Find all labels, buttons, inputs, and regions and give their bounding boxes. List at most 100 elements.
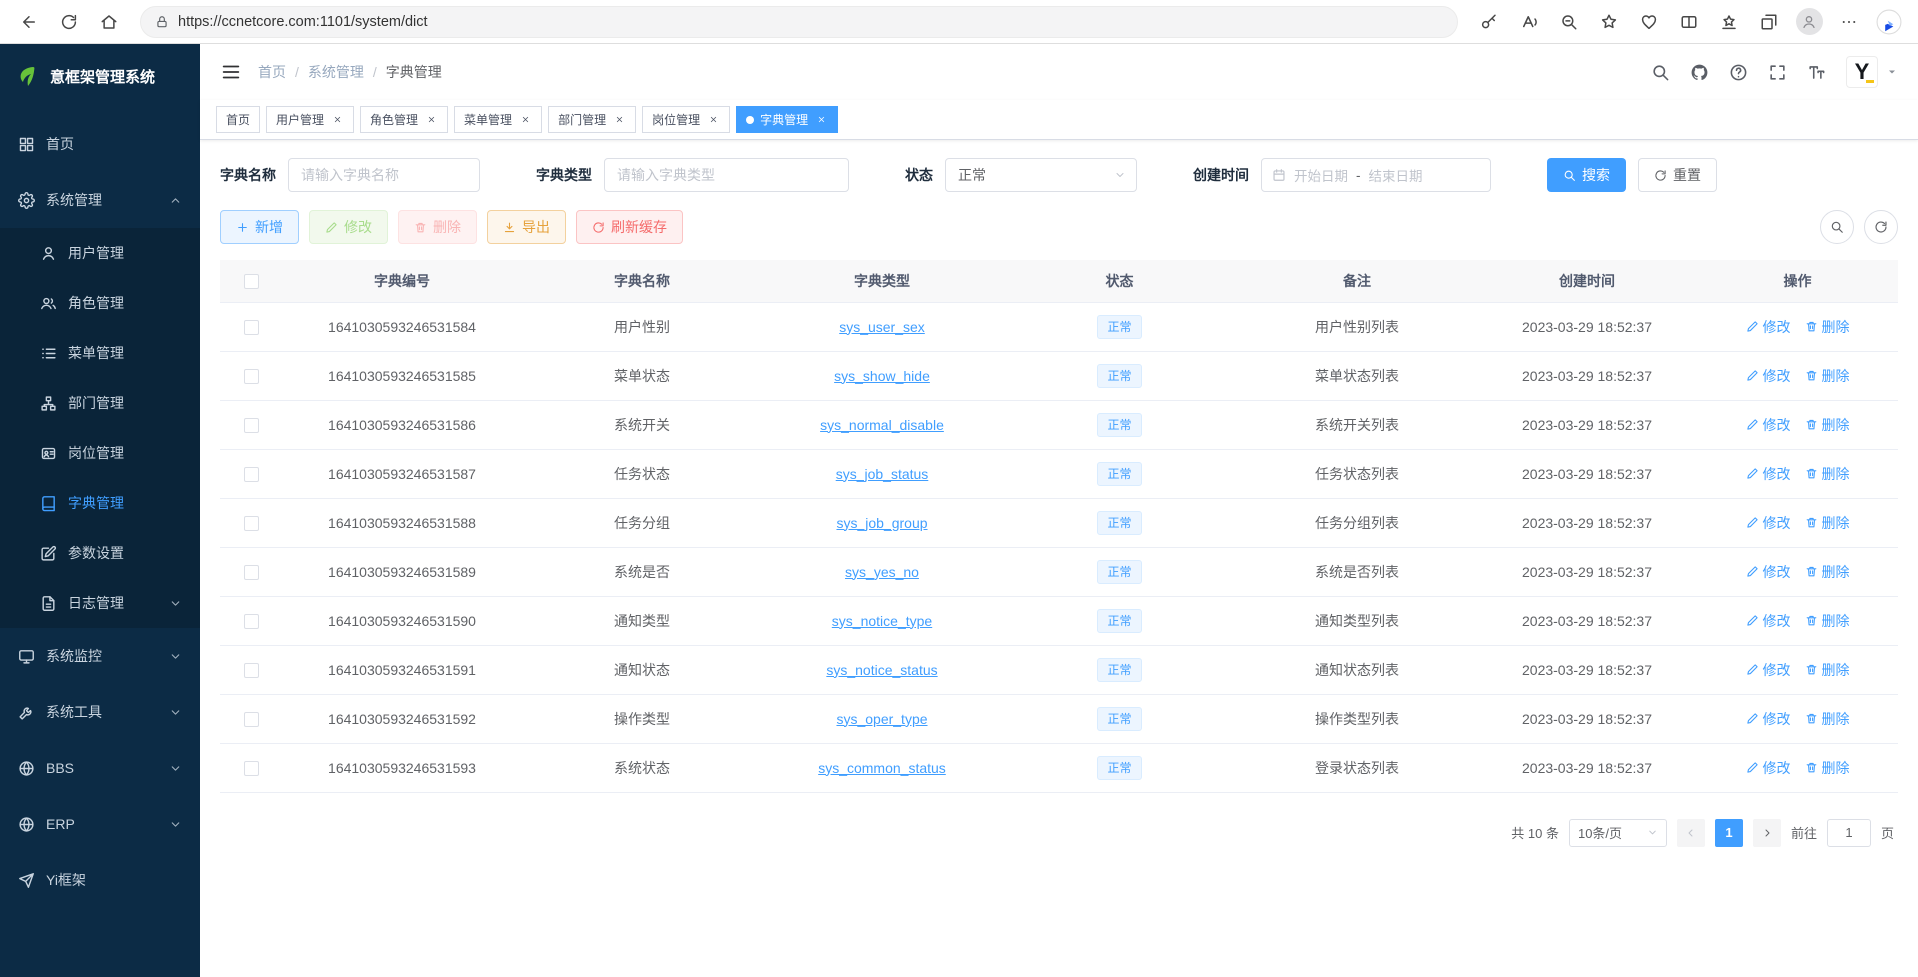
row-checkbox[interactable]: [244, 516, 259, 531]
dict-type-link[interactable]: sys_common_status: [818, 760, 946, 776]
row-delete-button[interactable]: 删除: [1805, 464, 1850, 484]
row-delete-button[interactable]: 删除: [1805, 513, 1850, 533]
browser-profile-button[interactable]: [1790, 4, 1828, 40]
search-button[interactable]: 搜索: [1547, 158, 1626, 192]
row-edit-button[interactable]: 修改: [1746, 415, 1791, 435]
browser-split-screen-button[interactable]: [1670, 4, 1708, 40]
sidebar-item-role-mgmt[interactable]: 角色管理: [0, 278, 200, 328]
sidebar-item-log-mgmt[interactable]: 日志管理: [0, 578, 200, 628]
breadcrumb-item[interactable]: 系统管理: [308, 62, 364, 82]
browser-menu-button[interactable]: [1830, 4, 1868, 40]
select-all-checkbox[interactable]: [244, 274, 259, 289]
next-page-button[interactable]: [1753, 819, 1781, 847]
row-delete-button[interactable]: 删除: [1805, 415, 1850, 435]
sidebar-item-user-mgmt[interactable]: 用户管理: [0, 228, 200, 278]
sidebar-item-dict-mgmt[interactable]: 字典管理: [0, 478, 200, 528]
row-edit-button[interactable]: 修改: [1746, 317, 1791, 337]
font-size-icon[interactable]: [1807, 63, 1826, 82]
browser-add-favorite-button[interactable]: [1590, 4, 1628, 40]
refresh-cache-button[interactable]: 刷新缓存: [576, 210, 683, 244]
sidebar-item-menu-mgmt[interactable]: 菜单管理: [0, 328, 200, 378]
row-delete-button[interactable]: 删除: [1805, 611, 1850, 631]
row-edit-button[interactable]: 修改: [1746, 464, 1791, 484]
date-range-picker[interactable]: 开始日期 - 结束日期: [1261, 158, 1491, 192]
tab-close-button[interactable]: [814, 113, 828, 127]
goto-page-input[interactable]: [1827, 819, 1871, 847]
tab-dept-mgmt[interactable]: 部门管理: [548, 106, 636, 133]
help-icon[interactable]: [1729, 63, 1748, 82]
tab-dict-mgmt[interactable]: 字典管理: [736, 106, 838, 133]
browser-collections-button[interactable]: [1750, 4, 1788, 40]
row-checkbox[interactable]: [244, 663, 259, 678]
browser-home-button[interactable]: [90, 4, 128, 40]
add-button[interactable]: 新增: [220, 210, 299, 244]
edit-button[interactable]: 修改: [309, 210, 388, 244]
browser-favorites-button[interactable]: [1710, 4, 1748, 40]
dict-type-link[interactable]: sys_oper_type: [836, 711, 927, 727]
row-delete-button[interactable]: 删除: [1805, 366, 1850, 386]
tab-home[interactable]: 首页: [216, 106, 260, 133]
row-checkbox[interactable]: [244, 369, 259, 384]
dict-type-link[interactable]: sys_user_sex: [839, 319, 925, 335]
app-logo[interactable]: 意框架管理系统: [0, 44, 200, 108]
row-checkbox[interactable]: [244, 418, 259, 433]
sidebar-item-system-monitor[interactable]: 系统监控: [0, 628, 200, 684]
dict-type-link[interactable]: sys_show_hide: [834, 368, 930, 384]
row-delete-button[interactable]: 删除: [1805, 709, 1850, 729]
row-edit-button[interactable]: 修改: [1746, 758, 1791, 778]
row-edit-button[interactable]: 修改: [1746, 709, 1791, 729]
dict-type-link[interactable]: sys_job_status: [836, 466, 929, 482]
tab-post-mgmt[interactable]: 岗位管理: [642, 106, 730, 133]
browser-read-aloud-button[interactable]: [1510, 4, 1548, 40]
address-bar[interactable]: https://ccnetcore.com:1101/system/dict: [140, 6, 1458, 38]
page-size-select[interactable]: 10条/页: [1569, 819, 1667, 847]
status-select[interactable]: 正常: [945, 158, 1137, 192]
browser-zoom-button[interactable]: [1550, 4, 1588, 40]
export-button[interactable]: 导出: [487, 210, 566, 244]
avatar-caret-icon[interactable]: [1886, 66, 1898, 78]
browser-essentials-button[interactable]: [1630, 4, 1668, 40]
refresh-table-button[interactable]: [1864, 210, 1898, 244]
bing-button[interactable]: [1870, 4, 1908, 40]
browser-back-button[interactable]: [10, 4, 48, 40]
reset-button[interactable]: 重置: [1638, 158, 1717, 192]
row-edit-button[interactable]: 修改: [1746, 366, 1791, 386]
collapse-sidebar-button[interactable]: [220, 61, 242, 83]
tab-close-button[interactable]: [612, 113, 626, 127]
delete-button[interactable]: 删除: [398, 210, 477, 244]
sidebar-item-dept-mgmt[interactable]: 部门管理: [0, 378, 200, 428]
sidebar-item-yi-framework[interactable]: Yi框架: [0, 852, 200, 908]
row-delete-button[interactable]: 删除: [1805, 660, 1850, 680]
row-checkbox[interactable]: [244, 467, 259, 482]
tab-menu-mgmt[interactable]: 菜单管理: [454, 106, 542, 133]
dict-type-link[interactable]: sys_normal_disable: [820, 417, 944, 433]
browser-refresh-button[interactable]: [50, 4, 88, 40]
row-checkbox[interactable]: [244, 761, 259, 776]
sidebar-item-erp[interactable]: ERP: [0, 796, 200, 852]
row-edit-button[interactable]: 修改: [1746, 660, 1791, 680]
row-delete-button[interactable]: 删除: [1805, 562, 1850, 582]
dict-type-link[interactable]: sys_job_group: [836, 515, 927, 531]
row-delete-button[interactable]: 删除: [1805, 758, 1850, 778]
tab-close-button[interactable]: [518, 113, 532, 127]
sidebar-item-post-mgmt[interactable]: 岗位管理: [0, 428, 200, 478]
dict-type-link[interactable]: sys_yes_no: [845, 564, 919, 580]
row-checkbox[interactable]: [244, 614, 259, 629]
breadcrumb-item[interactable]: 首页: [258, 62, 286, 82]
prev-page-button[interactable]: [1677, 819, 1705, 847]
tab-user-mgmt[interactable]: 用户管理: [266, 106, 354, 133]
row-checkbox[interactable]: [244, 712, 259, 727]
sidebar-item-home[interactable]: 首页: [0, 116, 200, 172]
tab-role-mgmt[interactable]: 角色管理: [360, 106, 448, 133]
sidebar-item-bbs[interactable]: BBS: [0, 740, 200, 796]
fullscreen-icon[interactable]: [1768, 63, 1787, 82]
row-edit-button[interactable]: 修改: [1746, 562, 1791, 582]
dict-type-link[interactable]: sys_notice_status: [826, 662, 937, 678]
sidebar-item-system-tools[interactable]: 系统工具: [0, 684, 200, 740]
dict-type-link[interactable]: sys_notice_type: [832, 613, 932, 629]
row-edit-button[interactable]: 修改: [1746, 611, 1791, 631]
page-1-button[interactable]: 1: [1715, 819, 1743, 847]
tab-close-button[interactable]: [424, 113, 438, 127]
toggle-search-button[interactable]: [1820, 210, 1854, 244]
tab-close-button[interactable]: [330, 113, 344, 127]
